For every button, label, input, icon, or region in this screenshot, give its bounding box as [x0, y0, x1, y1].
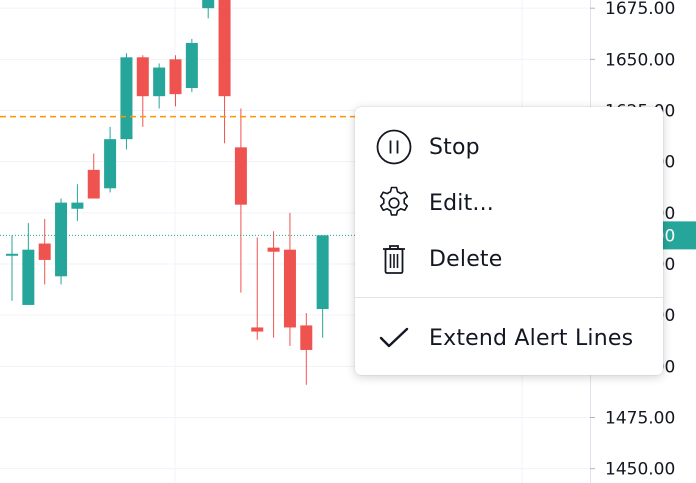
candle-body	[104, 139, 117, 189]
menu-item-label: Stop	[429, 134, 480, 160]
candle-body	[169, 59, 182, 95]
candle-body	[185, 42, 198, 89]
candle-body	[87, 169, 100, 199]
price-axis-label: 1475.00	[605, 409, 675, 429]
candle-body	[316, 235, 329, 310]
price-axis-label: 1650.00	[605, 50, 675, 70]
candle-body	[22, 249, 35, 305]
candle-body	[234, 147, 247, 205]
candle-body	[6, 253, 18, 256]
menu-item-stop[interactable]: Stop	[355, 119, 663, 175]
menu-item-extend-alert-lines[interactable]: Extend Alert Lines	[355, 310, 663, 366]
pause-circle-icon	[375, 128, 413, 166]
menu-item-edit[interactable]: Edit...	[355, 175, 663, 231]
candle-body	[251, 327, 264, 332]
price-axis-label: 1450.00	[605, 460, 675, 480]
candle-body	[202, 0, 215, 9]
candle-body	[283, 249, 296, 328]
candle-body	[300, 325, 313, 350]
candle-body	[136, 57, 149, 97]
menu-item-label: Extend Alert Lines	[429, 325, 634, 351]
candle-body	[267, 247, 280, 252]
candle-body	[38, 243, 51, 260]
menu-item-label: Edit...	[429, 190, 494, 216]
price-axis-label: 1675.00	[605, 0, 675, 19]
alert-context-menu: Stop Edit... Delete Extend Alert Lines	[355, 107, 663, 375]
checkmark-icon	[375, 319, 413, 357]
trash-icon	[375, 240, 413, 278]
candle-body	[218, 0, 231, 97]
candles-series	[6, 0, 329, 385]
candle-body	[153, 67, 166, 97]
menu-item-delete[interactable]: Delete	[355, 231, 663, 287]
candle-body	[55, 202, 68, 277]
candle-body	[120, 57, 133, 140]
gear-icon	[375, 184, 413, 222]
menu-item-label: Delete	[429, 246, 503, 272]
menu-separator	[355, 297, 663, 298]
candle-body	[71, 202, 84, 209]
